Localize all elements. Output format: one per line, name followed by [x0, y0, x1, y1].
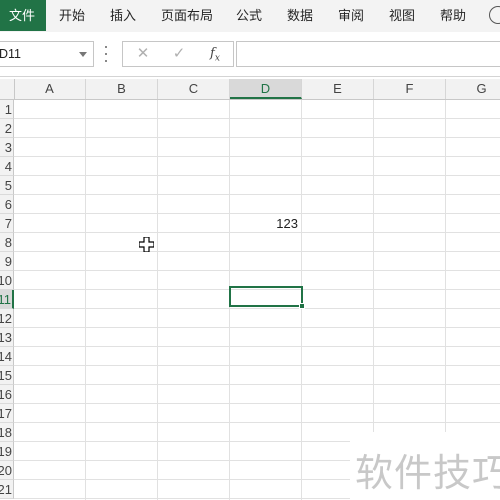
cross-cursor-icon	[139, 237, 154, 252]
row-header-9[interactable]: 9	[0, 252, 14, 271]
column-header-row: A B C D E F G	[0, 79, 500, 100]
chevron-down-icon[interactable]	[79, 52, 87, 57]
tab-page-layout[interactable]: 页面布局	[161, 0, 213, 31]
row-header-13[interactable]: 13	[0, 328, 14, 347]
formula-buttons: ✕ ✓ fx	[122, 41, 234, 67]
column-header-g[interactable]: G	[446, 79, 500, 99]
select-all-corner[interactable]	[0, 79, 15, 99]
column-header-f[interactable]: F	[374, 79, 446, 99]
tab-review[interactable]: 审阅	[338, 0, 364, 31]
row-header-2[interactable]: 2	[0, 119, 14, 138]
vertical-dots-icon	[104, 46, 107, 62]
row-header-10[interactable]: 10	[0, 271, 14, 290]
active-cell-d11[interactable]	[229, 286, 303, 307]
ribbon-menu-bar: 文件 开始 插入 页面布局 公式 数据 审阅 视图 帮助	[0, 0, 500, 33]
tab-formulas[interactable]: 公式	[236, 0, 262, 31]
column-header-d[interactable]: D	[230, 79, 302, 99]
tab-data[interactable]: 数据	[287, 0, 313, 31]
row-header-16[interactable]: 16	[0, 385, 14, 404]
row-header-18[interactable]: 18	[0, 423, 14, 442]
tab-view[interactable]: 视图	[389, 0, 415, 31]
tab-insert[interactable]: 插入	[110, 0, 136, 31]
fill-handle[interactable]	[299, 303, 305, 309]
formula-bar: D11 ✕ ✓ fx	[0, 32, 500, 77]
row-header-8[interactable]: 8	[0, 233, 14, 252]
cancel-icon[interactable]: ✕	[129, 42, 157, 66]
insert-function-icon[interactable]: fx	[201, 42, 229, 66]
row-header-6[interactable]: 6	[0, 195, 14, 214]
lightbulb-icon[interactable]	[489, 6, 500, 24]
cell-d7[interactable]: 123	[230, 214, 302, 233]
row-header-15[interactable]: 15	[0, 366, 14, 385]
tab-file[interactable]: 文件	[0, 0, 46, 31]
tab-help[interactable]: 帮助	[440, 0, 466, 31]
formula-input[interactable]	[236, 41, 500, 67]
row-header-1[interactable]: 1	[0, 100, 14, 119]
row-header-12[interactable]: 12	[0, 309, 14, 328]
row-header-11[interactable]: 11	[0, 290, 14, 309]
row-header-14[interactable]: 14	[0, 347, 14, 366]
column-header-c[interactable]: C	[158, 79, 230, 99]
column-header-b[interactable]: B	[86, 79, 158, 99]
row-header-5[interactable]: 5	[0, 176, 14, 195]
watermark-text: 软件技巧	[355, 451, 500, 495]
name-box[interactable]: D11	[0, 41, 94, 67]
row-header-3[interactable]: 3	[0, 138, 14, 157]
tab-home[interactable]: 开始	[59, 0, 85, 31]
row-header-4[interactable]: 4	[0, 157, 14, 176]
checkmark-icon[interactable]: ✓	[165, 42, 193, 66]
row-header-17[interactable]: 17	[0, 404, 14, 423]
row-header-20[interactable]: 20	[0, 461, 14, 480]
row-header-7[interactable]: 7	[0, 214, 14, 233]
row-header-19[interactable]: 19	[0, 442, 14, 461]
name-box-value: D11	[0, 47, 22, 61]
row-header-21[interactable]: 21	[0, 480, 14, 499]
column-header-a[interactable]: A	[14, 79, 86, 99]
column-header-e[interactable]: E	[302, 79, 374, 99]
